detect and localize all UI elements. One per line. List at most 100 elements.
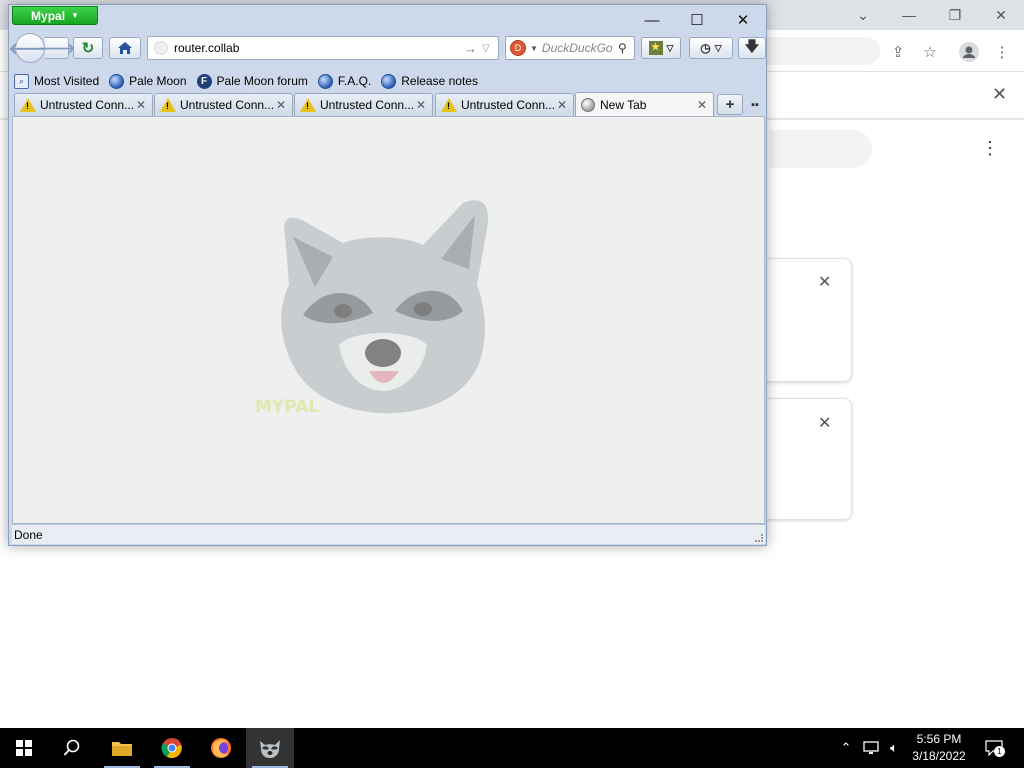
tab-label: New Tab [600, 97, 647, 112]
chevron-down-icon: ▽ [714, 42, 722, 53]
windows-start-icon [16, 740, 32, 756]
reload-icon: ↻ [81, 40, 95, 57]
downloads-button[interactable]: 🡇 [738, 37, 766, 59]
notification-count-badge: 1 [994, 746, 1005, 757]
forum-f-icon: F [196, 73, 212, 89]
warning-icon: ! [20, 98, 36, 112]
profile-icon[interactable] [957, 40, 981, 64]
tab-new-tab[interactable]: New Tab ✕ [575, 92, 714, 116]
app-menu-button[interactable]: Mypal ▼ [12, 6, 98, 25]
bookmarks-toolbar: ⌕ Most Visited Pale Moon F Pale Moon for… [12, 70, 765, 92]
search-placeholder[interactable]: DuckDuckGo [542, 41, 618, 55]
bookmark-label: F.A.Q. [337, 74, 372, 88]
close-icon[interactable]: ✕ [818, 413, 831, 433]
system-clock[interactable]: 5:56 PM 3/18/2022 [905, 731, 973, 765]
tab-strip: ! Untrusted Conn... ✕ ! Untrusted Conn..… [12, 92, 765, 116]
bookmark-most-visited[interactable]: ⌕ Most Visited [14, 73, 100, 89]
forward-arrow-icon: 🡒 [37, 39, 76, 56]
chevron-up-icon[interactable]: ⌃ [838, 738, 854, 758]
url-text[interactable]: router.collab [174, 41, 464, 55]
notifications-button[interactable]: 1 [982, 738, 1006, 758]
globe-icon [317, 73, 333, 89]
close-icon[interactable]: ✕ [978, 4, 1024, 26]
close-icon[interactable]: ✕ [818, 272, 831, 292]
mypal-icon [260, 740, 280, 758]
clock-time: 5:56 PM [916, 732, 962, 746]
taskbar-search-button[interactable] [48, 728, 96, 768]
search-icon [63, 739, 80, 756]
taskbar-mypal[interactable] [246, 728, 294, 768]
clock-icon: ◷ [700, 41, 711, 55]
history-button[interactable]: ◷ ▽ [689, 37, 733, 59]
globe-icon [581, 97, 595, 112]
plus-icon: + [725, 96, 735, 113]
tab-close-icon[interactable]: ✕ [134, 98, 148, 112]
url-dropdown-icon[interactable]: ▽ [482, 43, 498, 54]
bookmark-pale-moon-forum[interactable]: F Pale Moon forum [196, 73, 308, 89]
background-card [760, 258, 852, 382]
firefox-icon [211, 738, 231, 758]
tab-close-icon[interactable]: ✕ [414, 98, 428, 112]
chevron-down-icon: ▽ [666, 42, 674, 53]
navigation-toolbar: 🡐 🡒 ↻ router.collab → ▽ D ▼ DuckDuckGo ⚲… [9, 31, 766, 69]
tab-untrusted-connection-4[interactable]: ! Untrusted Conn... ✕ [435, 93, 574, 116]
bookmark-pale-moon[interactable]: Pale Moon [109, 73, 187, 89]
forward-button[interactable]: 🡒 [38, 37, 75, 59]
minimize-icon[interactable]: — [886, 4, 932, 26]
tab-close-icon[interactable]: ✕ [555, 98, 569, 112]
bookmark-label: Pale Moon [129, 74, 187, 88]
search-bar[interactable]: D ▼ DuckDuckGo ⚲ [505, 36, 635, 60]
page-content: MYPAL [12, 116, 765, 524]
minimize-icon[interactable]: — [637, 9, 667, 31]
bookmarks-button[interactable]: ★ ▽ [641, 37, 681, 59]
reload-button[interactable]: ↻ [73, 37, 103, 59]
background-omnibox[interactable] [760, 37, 880, 65]
tab-list-button[interactable]: ▪▪ [746, 94, 764, 115]
volume-icon[interactable]: 🔈︎ [885, 738, 903, 758]
home-icon [118, 42, 132, 54]
bookmark-release-notes[interactable]: Release notes [381, 73, 478, 89]
status-bar: Done [12, 524, 765, 544]
new-tab-button[interactable]: + [717, 94, 743, 115]
magnifier-icon[interactable]: ⚲ [618, 41, 634, 55]
tab-untrusted-connection-2[interactable]: ! Untrusted Conn... ✕ [154, 93, 293, 116]
bookmark-label: Most Visited [34, 74, 100, 88]
warning-icon: ! [441, 98, 457, 112]
taskbar: ⌃ 🔈︎ 5:56 PM 3/18/2022 1 [0, 728, 1024, 768]
menu-kebab-icon[interactable]: ⋮ [978, 136, 1002, 160]
windows-start-button[interactable] [0, 728, 48, 768]
tab-untrusted-connection-1[interactable]: ! Untrusted Conn... ✕ [14, 93, 153, 116]
resize-grip-icon[interactable] [755, 534, 763, 542]
bookmark-label: Release notes [401, 74, 478, 88]
go-arrow-icon[interactable]: → [464, 41, 482, 56]
download-arrow-icon: 🡇 [744, 38, 760, 54]
chevron-down-icon[interactable]: ⌄ [840, 4, 886, 26]
bookmark-star-icon: ★ [648, 41, 663, 55]
menu-kebab-icon[interactable]: ⋮ [990, 40, 1014, 64]
restore-icon[interactable]: ❐ [932, 4, 978, 26]
page-favicon-icon [154, 41, 168, 55]
star-icon[interactable]: ☆ [918, 40, 942, 64]
tab-label: Untrusted Conn... [461, 98, 555, 112]
taskbar-chrome[interactable] [148, 728, 196, 768]
home-button[interactable] [109, 37, 141, 59]
taskbar-firefox[interactable] [197, 728, 245, 768]
taskbar-file-explorer[interactable] [98, 728, 146, 768]
bookmark-faq[interactable]: F.A.Q. [317, 73, 372, 89]
close-icon[interactable]: ✕ [728, 9, 758, 31]
url-bar[interactable]: router.collab → ▽ [147, 36, 499, 60]
maximize-icon[interactable]: ☐ [682, 9, 712, 31]
clock-date: 3/18/2022 [912, 749, 966, 763]
close-icon[interactable]: ✕ [992, 84, 1007, 105]
tab-untrusted-connection-3[interactable]: ! Untrusted Conn... ✕ [294, 93, 433, 116]
duckduckgo-icon[interactable]: D [510, 40, 526, 56]
background-search-pill[interactable] [770, 130, 872, 168]
tab-close-icon[interactable]: ✕ [274, 98, 288, 112]
engine-dropdown-icon[interactable]: ▼ [530, 44, 538, 53]
globe-icon [109, 73, 125, 89]
share-icon[interactable]: ⇪ [886, 40, 910, 64]
network-icon[interactable] [862, 738, 880, 758]
file-explorer-icon [112, 742, 132, 756]
status-text: Done [14, 527, 43, 542]
tab-close-icon[interactable]: ✕ [695, 98, 709, 112]
